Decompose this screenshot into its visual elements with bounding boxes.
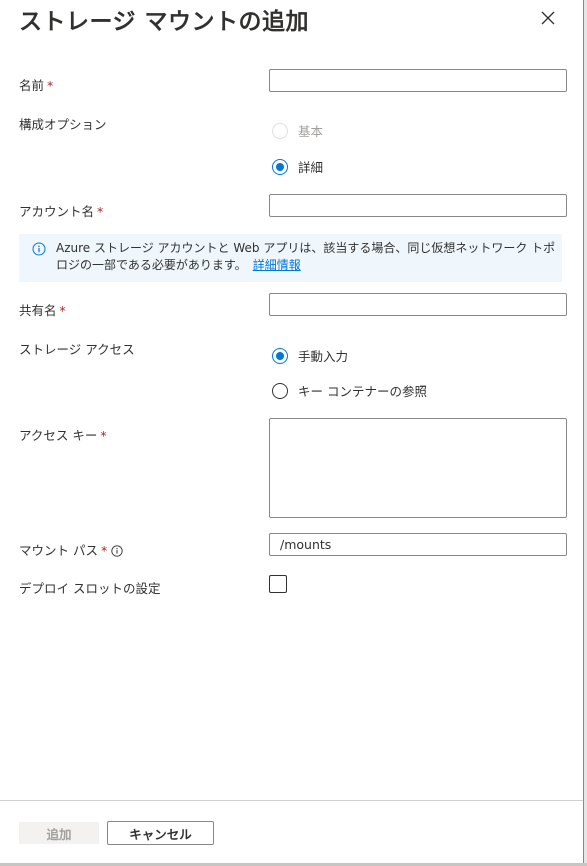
- config-advanced-radio[interactable]: 詳細: [272, 157, 323, 176]
- deployment-slot-checkbox[interactable]: [269, 575, 287, 593]
- account-name-input[interactable]: [269, 194, 567, 217]
- deployment-slot-label: デプロイ スロットの設定: [19, 581, 161, 596]
- cancel-button[interactable]: キャンセル: [107, 821, 214, 845]
- required-mark: *: [97, 204, 104, 219]
- share-name-input[interactable]: [269, 293, 567, 316]
- info-banner: Azure ストレージ アカウントと Web アプリは、該当する場合、同じ仮想ネ…: [19, 234, 562, 282]
- manual-entry-radio[interactable]: 手動入力: [272, 346, 348, 365]
- info-icon: [32, 242, 46, 256]
- access-key-textarea[interactable]: [269, 418, 567, 518]
- share-name-label: 共有名 *: [19, 303, 66, 318]
- close-icon[interactable]: [536, 6, 560, 30]
- access-key-label: アクセス キー *: [19, 428, 107, 443]
- name-input[interactable]: [269, 69, 567, 92]
- required-mark: *: [100, 543, 108, 558]
- add-button[interactable]: 追加: [19, 822, 99, 844]
- mount-path-input[interactable]: [269, 533, 567, 556]
- panel-border: [583, 0, 584, 866]
- page-title: ストレージ マウントの追加: [19, 9, 310, 35]
- account-name-label: アカウント名 *: [19, 204, 104, 219]
- info-tooltip-icon[interactable]: [111, 545, 123, 557]
- storage-access-label: ストレージ アクセス: [19, 342, 135, 357]
- mount-path-label: マウント パス *: [19, 540, 123, 559]
- key-vault-radio[interactable]: キー コンテナーの参照: [272, 381, 427, 400]
- info-text: Azure ストレージ アカウントと Web アプリは、該当する場合、同じ仮想ネ…: [56, 240, 556, 274]
- manual-entry-label: 手動入力: [298, 349, 349, 364]
- required-mark: *: [59, 303, 66, 318]
- config-advanced-label: 詳細: [298, 160, 324, 175]
- storage-mount-panel: ストレージ マウントの追加 名前 * 構成オプション 基本 詳細 アカウント名 * …: [0, 0, 583, 866]
- learn-more-link[interactable]: 詳細情報: [253, 258, 301, 272]
- info-message: Azure ストレージ アカウントと Web アプリは、該当する場合、同じ仮想ネ…: [56, 241, 556, 272]
- required-mark: *: [47, 78, 54, 93]
- config-basic-label: 基本: [298, 124, 324, 139]
- radio-circle: [272, 158, 288, 175]
- name-label: 名前 *: [19, 78, 54, 93]
- required-mark: *: [100, 428, 107, 443]
- radio-circle: [272, 347, 288, 364]
- radio-circle: [272, 382, 288, 399]
- footer-divider: [0, 800, 583, 801]
- config-option-label: 構成オプション: [19, 117, 107, 132]
- config-basic-radio[interactable]: 基本: [272, 121, 323, 140]
- radio-circle: [272, 122, 288, 139]
- key-vault-label: キー コンテナーの参照: [298, 384, 427, 399]
